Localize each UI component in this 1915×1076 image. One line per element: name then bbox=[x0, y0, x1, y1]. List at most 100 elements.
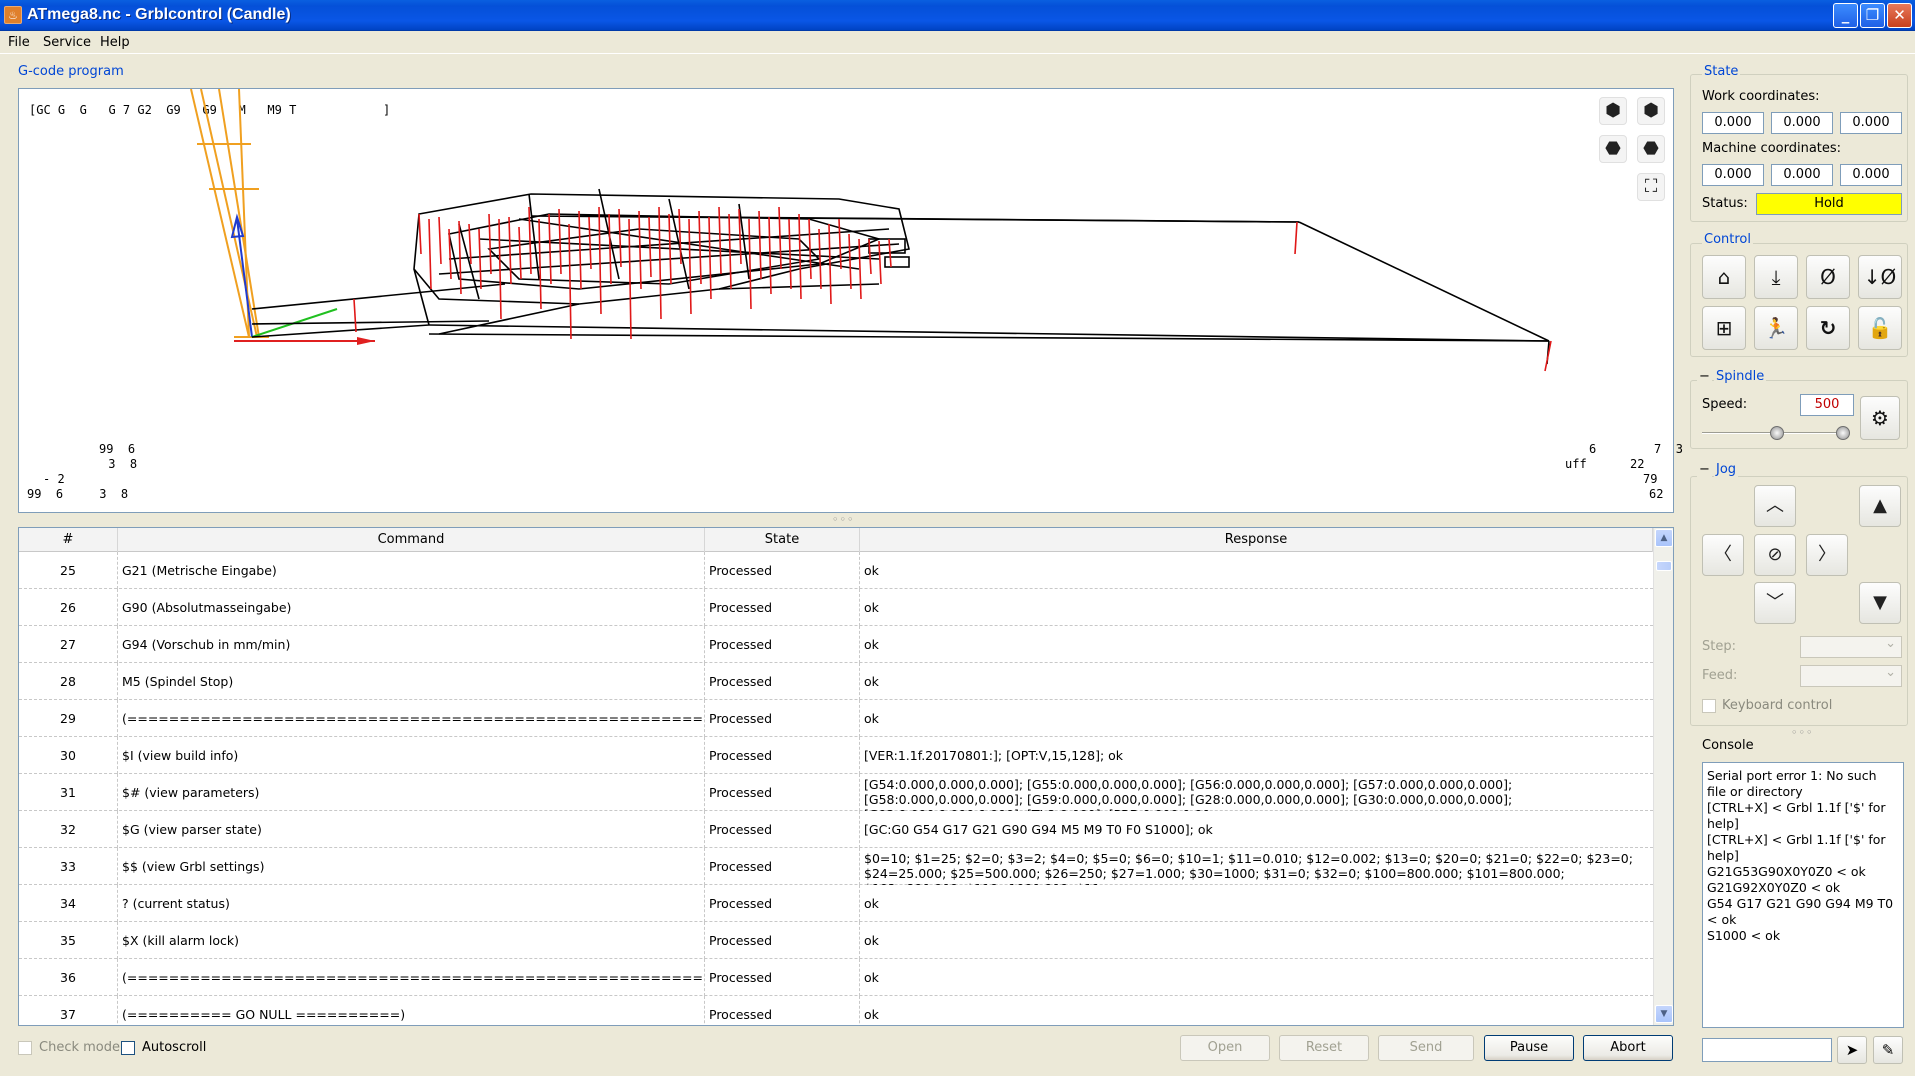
jog-y-minus-icon[interactable]: ﹀ bbox=[1754, 582, 1796, 624]
row-number: 27 bbox=[19, 626, 118, 663]
row-command: (=======================================… bbox=[118, 959, 705, 996]
row-number: 28 bbox=[19, 663, 118, 700]
vertical-splitter-handle[interactable]: ◦◦◦ bbox=[832, 513, 854, 526]
keyboard-control-checkbox[interactable] bbox=[1702, 699, 1716, 713]
spindle-speed-input[interactable]: 500 bbox=[1800, 394, 1854, 416]
console-line: G54 G17 G21 G90 G94 M9 T0 < ok bbox=[1707, 896, 1894, 927]
zero-xy-icon[interactable]: Ø bbox=[1806, 255, 1850, 299]
check-mode-checkbox[interactable] bbox=[18, 1041, 32, 1055]
front-view-icon[interactable]: ⬣ bbox=[1599, 135, 1627, 163]
row-number: 32 bbox=[19, 811, 118, 848]
table-row[interactable]: 33 $$ (view Grbl settings) Processed $0=10;… bbox=[19, 848, 1653, 885]
reset-icon[interactable]: ↻ bbox=[1806, 306, 1850, 350]
iso-view-icon[interactable]: ⬢ bbox=[1599, 97, 1627, 125]
column-header-state[interactable]: State bbox=[705, 528, 860, 552]
row-number: 35 bbox=[19, 922, 118, 959]
gcode-3d-viewer[interactable]: [GC G G G 7 G2 G9 G9 M M9 T ] ⬢ ⬢ ⬣ ⬣ ⛶ … bbox=[18, 88, 1683, 513]
clear-console-icon[interactable]: ✎ bbox=[1873, 1036, 1903, 1064]
row-command: $G (view parser state) bbox=[118, 811, 705, 848]
row-command: $X (kill alarm lock) bbox=[118, 922, 705, 959]
jog-z-minus-icon[interactable]: ▼ bbox=[1859, 582, 1901, 624]
table-row[interactable]: 32 $G (view parser state) Processed [GC:G0 … bbox=[19, 811, 1653, 848]
table-row[interactable]: 26 G90 (Absolutmasseingabe) Processed ok bbox=[19, 589, 1653, 626]
row-command: ? (current status) bbox=[118, 885, 705, 922]
safe-position-icon[interactable]: 🏃 bbox=[1754, 306, 1798, 350]
step-combo[interactable] bbox=[1800, 636, 1902, 658]
row-response: ok bbox=[864, 896, 879, 911]
row-response: ok bbox=[864, 563, 879, 578]
column-header-number[interactable]: # bbox=[19, 528, 118, 552]
home-icon[interactable]: ⌂ bbox=[1702, 255, 1746, 299]
table-row[interactable]: 30 $I (view build info) Processed [VER:1.1f… bbox=[19, 737, 1653, 774]
pause-button[interactable]: Pause bbox=[1484, 1035, 1574, 1061]
top-view-icon[interactable]: ⬢ bbox=[1637, 97, 1665, 125]
table-scrollbar[interactable]: ▲ ▼ bbox=[1653, 528, 1673, 1025]
candle-app-icon: ♨ bbox=[4, 6, 22, 24]
jog-x-minus-icon[interactable]: 〈 bbox=[1702, 534, 1744, 576]
fit-view-icon[interactable]: ⛶ bbox=[1637, 173, 1665, 201]
right-splitter-handle[interactable]: ◦◦◦ bbox=[1791, 726, 1813, 739]
row-command: $# (view parameters) bbox=[118, 774, 705, 811]
table-row[interactable]: 31 $# (view parameters) Processed [G54:0.00… bbox=[19, 774, 1653, 811]
jog-x-plus-icon[interactable]: 〉 bbox=[1806, 534, 1848, 576]
left-view-icon[interactable]: ⬣ bbox=[1637, 135, 1665, 163]
hud-right-line-1: 6 7 3 bbox=[1589, 442, 1683, 456]
zero-z-icon[interactable]: ↓Ø bbox=[1858, 255, 1902, 299]
reset-button[interactable]: Reset bbox=[1279, 1035, 1369, 1061]
scroll-thumb[interactable] bbox=[1656, 561, 1672, 571]
table-row[interactable]: 29 (=====================================… bbox=[19, 700, 1653, 737]
row-response: [GC:G0 G54 G17 G21 G90 G94 M5 M9 T0 F0 S… bbox=[864, 822, 1213, 837]
jog-z-plus-icon[interactable]: ▲ bbox=[1859, 485, 1901, 527]
table-row[interactable]: 35 $X (kill alarm lock) Processed ok bbox=[19, 922, 1653, 959]
column-header-command[interactable]: Command bbox=[118, 528, 705, 552]
menu-file[interactable]: File bbox=[8, 35, 30, 50]
row-command: G21 (Metrische Eingabe) bbox=[118, 552, 705, 589]
table-row[interactable]: 34? (current status) Processed ok bbox=[19, 885, 1653, 922]
maximize-button[interactable]: ❐ bbox=[1860, 3, 1885, 28]
hud-right-line-4: 62 bbox=[1649, 487, 1664, 501]
jog-stop-icon[interactable]: ⊘ bbox=[1754, 534, 1796, 576]
row-command: G94 (Vorschub in mm/min) bbox=[118, 626, 705, 663]
machine-coordinates-label: Machine coordinates: bbox=[1702, 141, 1842, 156]
row-state: Processed bbox=[705, 811, 860, 848]
autoscroll-checkbox[interactable] bbox=[121, 1041, 135, 1055]
spindle-group-title: Spindle bbox=[1714, 369, 1767, 384]
spindle-toggle-icon[interactable]: ⚙ bbox=[1860, 396, 1900, 440]
minimize-button[interactable]: _ bbox=[1833, 3, 1858, 28]
spindle-slider-handle[interactable] bbox=[1770, 426, 1784, 440]
spindle-collapse-icon[interactable]: − bbox=[1697, 369, 1712, 384]
row-state: Processed bbox=[705, 959, 860, 996]
scroll-down-icon[interactable]: ▼ bbox=[1655, 1005, 1673, 1023]
row-state: Processed bbox=[705, 626, 860, 663]
row-number: 34 bbox=[19, 885, 118, 922]
row-response: ok bbox=[864, 637, 879, 652]
jog-y-plus-icon[interactable]: ︿ bbox=[1754, 485, 1796, 527]
menu-help[interactable]: Help bbox=[100, 35, 130, 50]
restore-origin-icon[interactable]: ⊞ bbox=[1702, 306, 1746, 350]
abort-button[interactable]: Abort bbox=[1583, 1035, 1673, 1061]
table-row[interactable]: 25 G21 (Metrische Eingabe) Processed ok bbox=[19, 552, 1653, 589]
open-button[interactable]: Open bbox=[1180, 1035, 1270, 1061]
table-row[interactable]: 27 G94 (Vorschub in mm/min) Processed ok bbox=[19, 626, 1653, 663]
menu-service[interactable]: Service bbox=[43, 35, 91, 50]
send-button[interactable]: Send bbox=[1378, 1035, 1474, 1061]
row-state: Processed bbox=[705, 885, 860, 922]
console-line: G21G92X0Y0Z0 < ok bbox=[1707, 880, 1841, 895]
feed-combo[interactable] bbox=[1800, 665, 1902, 687]
table-row[interactable]: 28 M5 (Spindel Stop) Processed ok bbox=[19, 663, 1653, 700]
z-probe-icon[interactable]: ⤓ bbox=[1754, 255, 1798, 299]
unlock-icon[interactable]: 🔓 bbox=[1858, 306, 1902, 350]
table-row[interactable]: 37 (========== GO NULL ==========) Process… bbox=[19, 996, 1653, 1025]
column-header-response[interactable]: Response bbox=[860, 528, 1653, 552]
close-button[interactable]: ✕ bbox=[1887, 3, 1912, 28]
scroll-up-icon[interactable]: ▲ bbox=[1655, 529, 1673, 547]
gcode-table[interactable]: # Command State Response 25 G21 (Metrisch… bbox=[18, 527, 1674, 1026]
spindle-slider-max-handle[interactable] bbox=[1836, 426, 1850, 440]
jog-collapse-icon[interactable]: − bbox=[1697, 462, 1712, 477]
row-response: [G54:0.000,0.000,0.000]; [G55:0.000,0.00… bbox=[864, 777, 1513, 811]
console-command-input[interactable] bbox=[1702, 1038, 1832, 1062]
table-row[interactable]: 36 (=====================================… bbox=[19, 959, 1653, 996]
keyboard-control-label: Keyboard control bbox=[1722, 698, 1833, 713]
console-output[interactable]: Serial port error 1: No such file or dir… bbox=[1702, 762, 1904, 1028]
send-command-icon[interactable]: ➤ bbox=[1837, 1036, 1867, 1064]
